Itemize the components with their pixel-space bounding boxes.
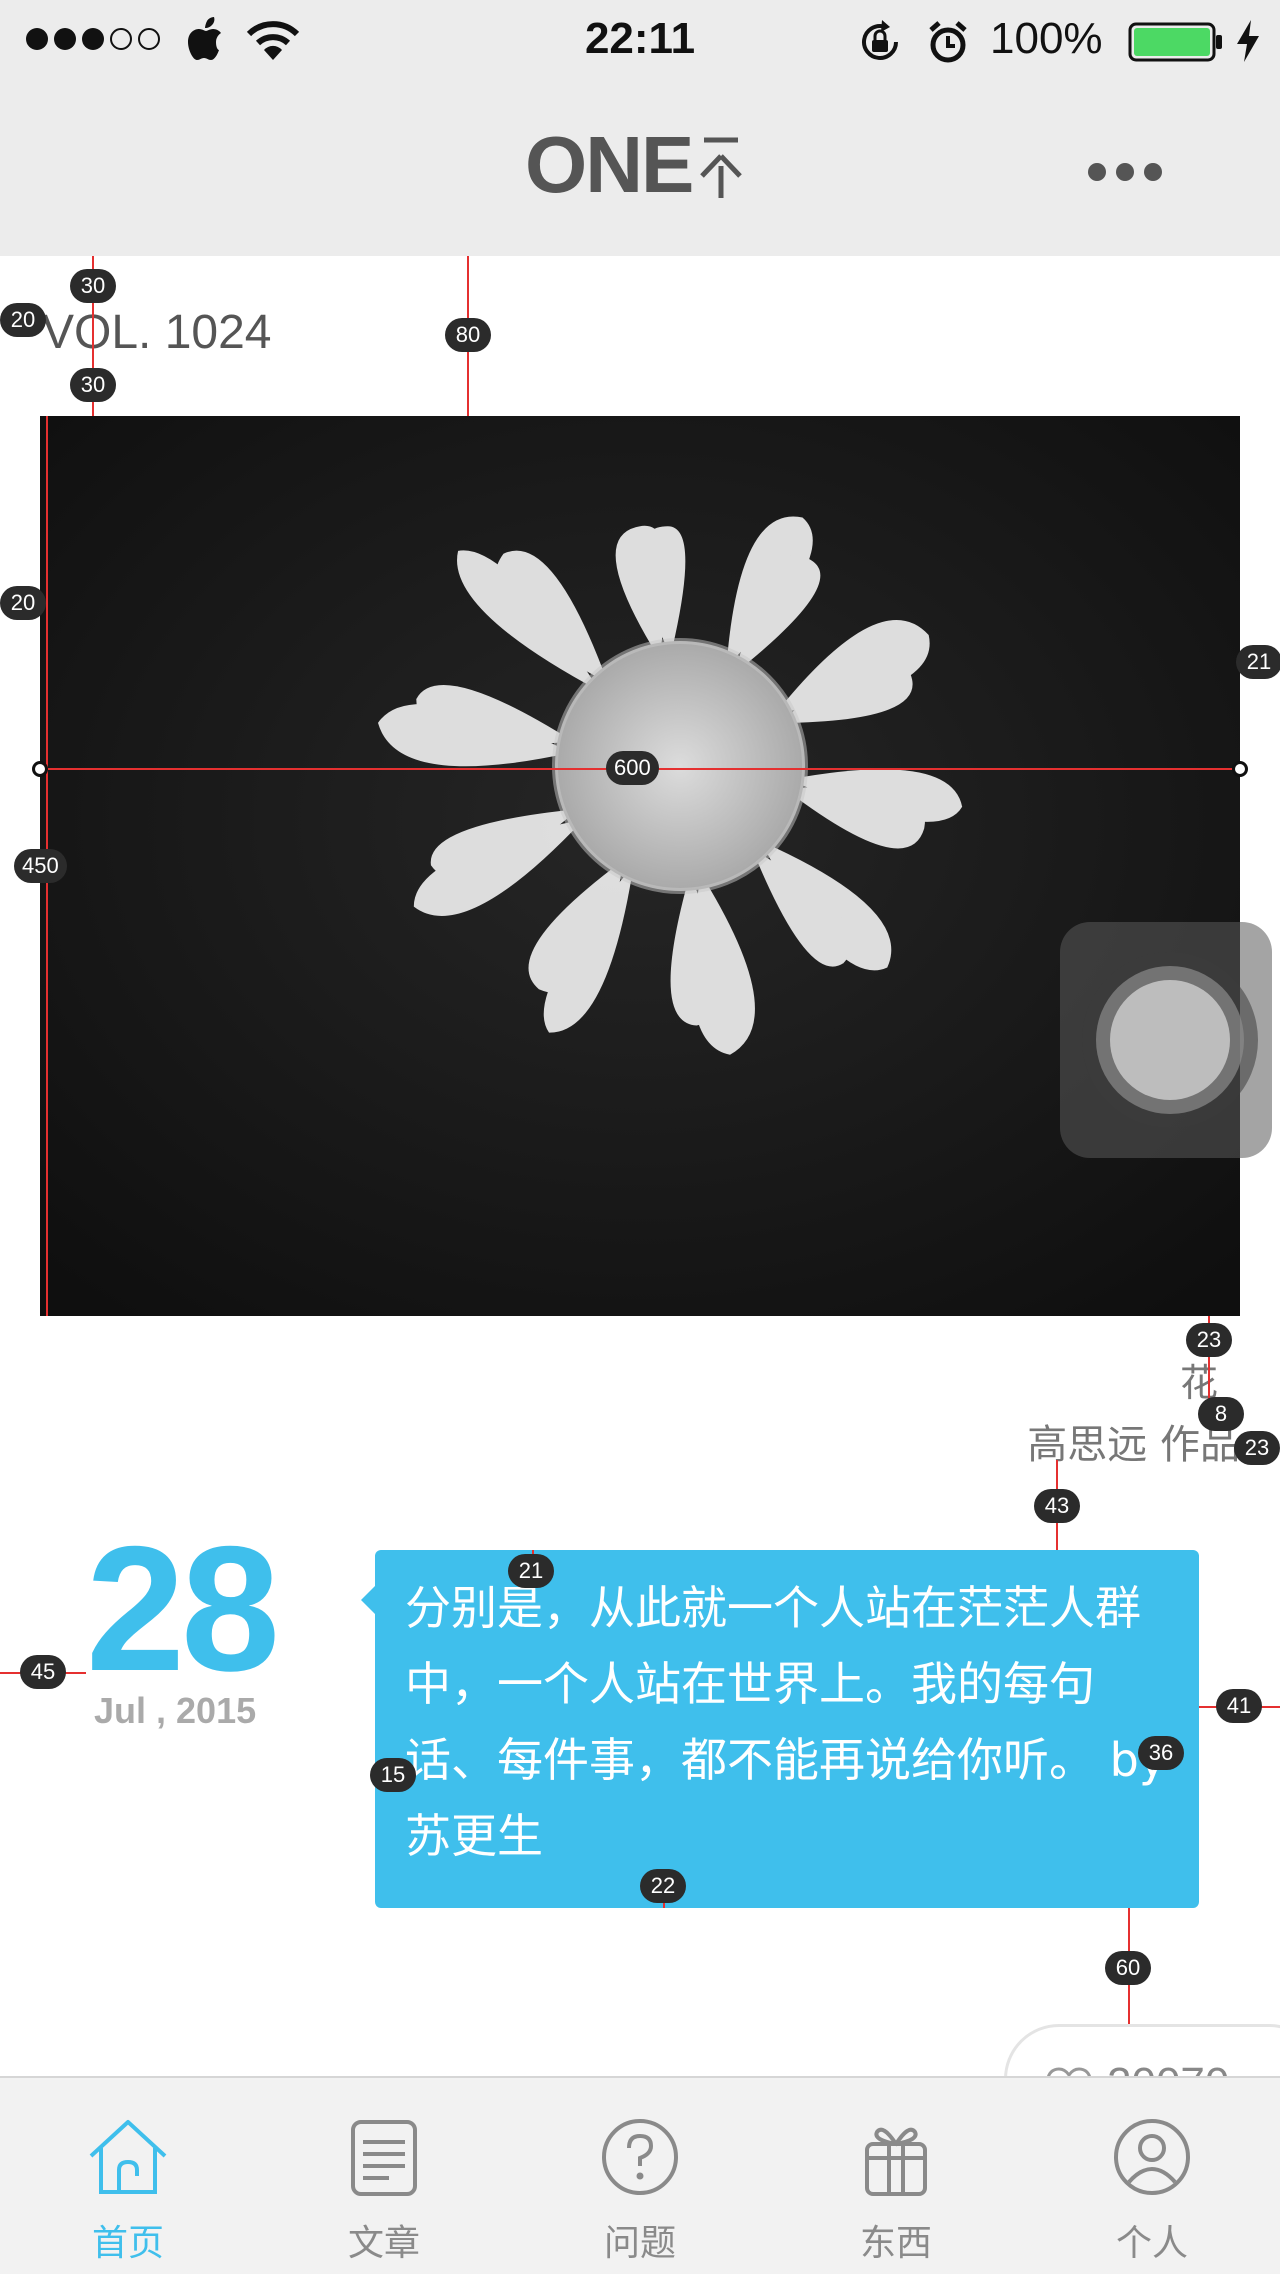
- question-icon: [602, 2119, 678, 2195]
- alarm-icon: [929, 21, 967, 63]
- tab-home[interactable]: 首页: [0, 2078, 256, 2274]
- annotation-badge: 23: [1234, 1431, 1280, 1465]
- assistive-touch-button[interactable]: [1060, 922, 1272, 1158]
- annotation-badge: 60: [1105, 1951, 1151, 1985]
- tab-question[interactable]: 问题: [512, 2078, 768, 2274]
- annotation-badge: 30: [70, 368, 116, 402]
- annotation-badge: 36: [1138, 1736, 1184, 1770]
- annotation-badge: 20: [0, 303, 46, 337]
- annotation-badge: 450: [14, 849, 67, 883]
- annotation-node: [1232, 761, 1248, 777]
- tab-label: 问题: [603, 2223, 676, 2264]
- logo-text: ONE: [525, 120, 694, 209]
- home-icon: [89, 2120, 167, 2194]
- tab-profile[interactable]: 个人: [1024, 2078, 1280, 2274]
- quote-card[interactable]: 分别是，从此就一个人站在茫茫人群中，一个人站在世界上。我的每句话、每件事，都不能…: [361, 1550, 1199, 1908]
- annotation-badge: 600: [606, 751, 659, 785]
- gift-icon: [865, 2127, 927, 2196]
- more-options-button[interactable]: [1080, 152, 1170, 192]
- tab-label: 首页: [91, 2223, 164, 2264]
- annotation-badge: 43: [1034, 1489, 1080, 1523]
- tab-things[interactable]: 东西: [768, 2078, 1024, 2274]
- ellipsis-icon: [1088, 163, 1106, 181]
- charging-bolt-icon: [1237, 20, 1259, 62]
- annotation-node: [32, 761, 48, 777]
- quote-text: 分别是，从此就一个人站在茫茫人群中，一个人站在世界上。我的每句话、每件事，都不能…: [405, 1581, 1167, 1863]
- annotation-badge: 23: [1186, 1323, 1232, 1357]
- status-bar: 22:11 100%: [0, 0, 1280, 80]
- logo-mark: [700, 137, 743, 198]
- rotation-lock-icon: [862, 20, 898, 60]
- article-icon: [351, 2120, 417, 2196]
- assistive-touch-icon: [1110, 980, 1230, 1100]
- annotation-badge: 15: [370, 1758, 416, 1792]
- annotation-badge: 21: [1236, 645, 1280, 679]
- tab-label: 文章: [347, 2223, 420, 2264]
- person-icon: [1114, 2119, 1190, 2195]
- annotation-badge: 80: [445, 318, 491, 352]
- app-logo: ONE: [525, 120, 744, 210]
- tab-label: 东西: [859, 2223, 932, 2264]
- daily-photo[interactable]: [40, 416, 1240, 1316]
- annotation-badge: 21: [508, 1554, 554, 1588]
- annotation-badge: 45: [20, 1655, 66, 1689]
- annotation-badge: 30: [70, 269, 116, 303]
- battery-percentage: 100%: [990, 14, 1103, 63]
- battery-icon: [1128, 22, 1222, 62]
- annotation-badge: 22: [640, 1869, 686, 1903]
- annotation-badge: 20: [0, 586, 46, 620]
- sunflower-image: [40, 416, 1240, 1316]
- nav-bar: ONE: [0, 80, 1280, 256]
- tab-article[interactable]: 文章: [256, 2078, 512, 2274]
- date-day: 28: [86, 1509, 280, 1708]
- tab-label: 个人: [1115, 2223, 1188, 2264]
- volume-label: VOL. 1024: [42, 306, 272, 359]
- annotation-badge: 41: [1216, 1689, 1262, 1723]
- annotation-badge: 8: [1198, 1397, 1244, 1431]
- date-month-year: Jul , 2015: [94, 1690, 257, 1731]
- tab-bar: 首页 文章 问题 东西 个人: [0, 2076, 1280, 2274]
